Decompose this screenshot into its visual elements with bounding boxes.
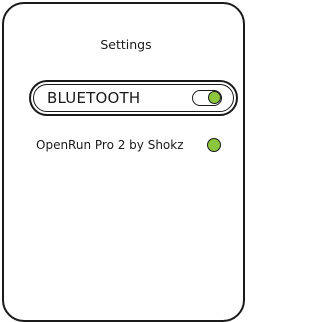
page-title: Settings <box>100 37 152 52</box>
toggle-knob <box>208 91 221 104</box>
device-name[interactable]: OpenRun Pro 2 by Shokz <box>36 138 184 152</box>
bluetooth-toggle[interactable] <box>192 90 222 106</box>
connected-status-icon <box>207 138 221 152</box>
bluetooth-row[interactable]: BLUETOOTH <box>29 80 238 116</box>
bluetooth-label: BLUETOOTH <box>47 89 141 107</box>
